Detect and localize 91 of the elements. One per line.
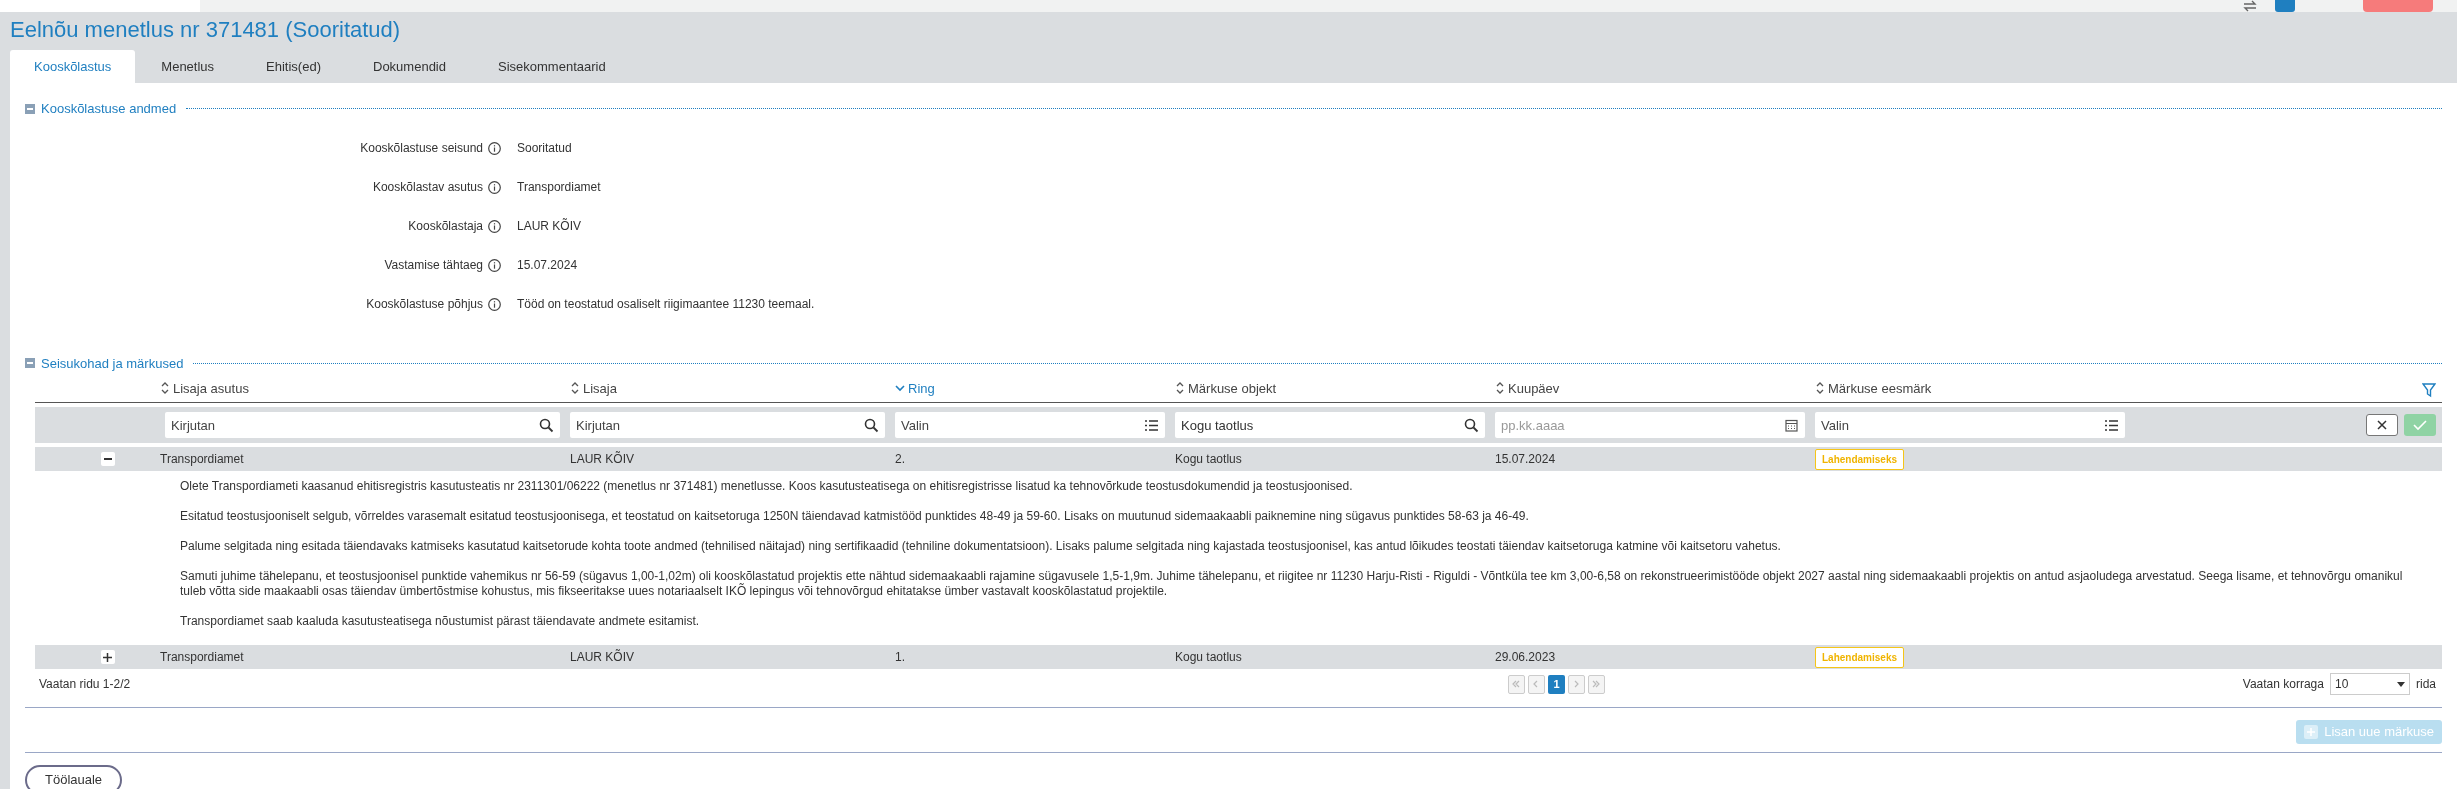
- tab[interactable]: Kooskõlastus: [10, 50, 136, 83]
- info-icon[interactable]: [488, 219, 501, 233]
- search-button[interactable]: [860, 412, 885, 438]
- column-header[interactable]: Kuupäev: [1508, 378, 1560, 398]
- table-cell: LAUR KÕIV: [570, 650, 635, 664]
- search-icon: [1464, 417, 1479, 433]
- sort-icon[interactable]: [570, 381, 580, 396]
- tab[interactable]: Sisekommentaarid: [472, 50, 632, 83]
- page-title: Eelnõu menetlus nr 371481 (Sooritatud): [10, 16, 402, 44]
- page-size-dropdown[interactable]: 10: [2329, 673, 2410, 695]
- status-badge: Lahendamiseks: [1815, 646, 1905, 668]
- info-icon[interactable]: [488, 141, 501, 155]
- status-badge: Lahendamiseks: [1815, 448, 1905, 470]
- filter-input[interactable]: Valin: [1815, 412, 2100, 438]
- back-button[interactable]: Töölauale: [25, 765, 123, 789]
- filter-icon[interactable]: [2422, 383, 2436, 398]
- section-title: Seisukohad ja märkused: [41, 354, 184, 373]
- sort-icon[interactable]: [1495, 381, 1505, 396]
- tab[interactable]: Dokumendid: [347, 50, 472, 83]
- plus-icon: [2304, 725, 2319, 739]
- tab[interactable]: Ehitis(ed): [240, 50, 347, 83]
- calendar-button[interactable]: [1780, 412, 1805, 438]
- table-cell: Transpordiamet: [160, 452, 244, 466]
- row-count: Vaatan ridu 1-2/2: [38, 676, 131, 693]
- section-title: Kooskõlastuse andmed: [41, 100, 177, 118]
- filter-input[interactable]: Kirjutan: [570, 412, 860, 438]
- table-cell: 2.: [895, 452, 905, 466]
- list-icon: [1144, 417, 1159, 433]
- filter-input[interactable]: pp.kk.aaaa: [1495, 412, 1780, 438]
- collapse-icon[interactable]: [25, 103, 35, 114]
- info-icon[interactable]: [488, 258, 501, 272]
- close-icon: [2376, 419, 2388, 431]
- table-cell: Kogu taotlus: [1175, 650, 1242, 664]
- search-button[interactable]: [535, 412, 560, 438]
- sort-icon[interactable]: [160, 381, 170, 396]
- filter-input[interactable]: Kogu taotlus: [1175, 412, 1460, 438]
- remark-paragraph: Olete Transpordiameti kaasanud ehitisregistris kasutusteatis nr 2311301/06222 (menetlus nr 371481) menetlusse. Koos kasutusteatisega on ehitisregistrisse lisatud ka tehnovõrkude teostusdokumendid ja teostusjoonised.: [180, 479, 1354, 494]
- collapse-icon[interactable]: [25, 358, 35, 369]
- field-label: Kooskõlastaja: [408, 218, 483, 235]
- list-icon: [2104, 417, 2119, 433]
- list-button[interactable]: [2100, 412, 2125, 438]
- tab[interactable]: Menetlus: [135, 50, 241, 83]
- table-cell: Kogu taotlus: [1175, 452, 1242, 466]
- field-value: Transpordiamet: [517, 179, 601, 196]
- table-cell: 15.07.2024: [1495, 452, 1556, 466]
- column-header[interactable]: Lisaja asutus: [173, 378, 249, 398]
- column-header[interactable]: Ring: [908, 378, 935, 398]
- field-label: Kooskõlastuse seisund: [360, 140, 483, 157]
- clear-filter-button[interactable]: [2366, 414, 2398, 436]
- remark-paragraph: Samuti juhime tähelepanu, et teostusjoonisel punktide vahemikus nr 56-59 (sügavus 1,00-1,02m) oli kooskõlastatud projektis ette nähtud sidemaakaabli rajamine sügavusele 1,5-1,9m. Juhime tähelepanu, et riigitee nr 11230 Harju-Risti - Riguldi - Võntküla tee km 3,00-6,58 on rekonstrueerimistööde objekt 2027 aastal ning sidemaakaabli projektis on antud asjaoludega arvestatud. Seega lisame, et tehnovõrgu omanikul tuleb võtta side maakaabli osas täiendav ümbertõstmise kohustus, mis fikseeritakse uues notariaalselt IKÕ lepingus või tehnovõrgud ehitatakse ümber vastavalt kooskõlastatud projektile.: [180, 569, 2404, 599]
- table-cell: LAUR KÕIV: [570, 452, 635, 466]
- checkmark-icon: [2413, 419, 2427, 431]
- table-cell: 29.06.2023: [1495, 650, 1556, 664]
- chevron-icon: [1512, 680, 1521, 688]
- field-label: Kooskõlastav asutus: [372, 179, 483, 196]
- field-label: Vastamise tähtaeg: [384, 257, 483, 274]
- table-row[interactable]: Transpordiamet LAUR KÕIV 1. Kogu taotlus 29.06.2023 Lahendamiseks: [35, 645, 2442, 669]
- page-size-label: Vaatan korraga: [2242, 676, 2324, 693]
- field-label: Kooskõlastuse põhjus: [366, 296, 483, 313]
- table-cell: Transpordiamet: [160, 650, 244, 664]
- field-value: LAUR KÕIV: [517, 217, 582, 235]
- field-value: Sooritatud: [517, 140, 572, 157]
- search-button[interactable]: [1460, 412, 1485, 438]
- column-header[interactable]: Lisaja: [583, 378, 617, 398]
- calendar-icon: [1784, 417, 1799, 433]
- remark-paragraph: Palume selgitada ning esitada täiendavaks katmiseks kasutatud kaitsetorude kohta toote andmed (tehnilised näitajad) ning sertifikaadid (tehniline dokumentatsioon). Lisaks palume selgitada ning kajastada teostusjoonisel, kas antud lõikudes teostati täiendav kaitsetoruga katmine või kaitsetoru vahetus.: [180, 539, 1782, 554]
- list-button[interactable]: [1140, 412, 1165, 438]
- page-size-suffix: rida: [2415, 676, 2436, 693]
- expand-row-button[interactable]: [100, 650, 115, 664]
- caret-icon: [2396, 681, 2405, 687]
- info-icon[interactable]: [488, 180, 501, 194]
- search-icon: [864, 417, 879, 433]
- filter-input[interactable]: Kirjutan: [165, 412, 535, 438]
- info-icon[interactable]: [488, 297, 501, 311]
- sort-icon[interactable]: [1815, 381, 1825, 396]
- page-button[interactable]: 1: [1548, 674, 1565, 694]
- field-value: 15.07.2024: [517, 257, 578, 274]
- chevron-icon: [1592, 680, 1601, 688]
- field-value: Tööd on teostatud osaliselt riigimaantee 11230 teemaal.: [517, 296, 815, 313]
- collapse-row-button[interactable]: [100, 452, 115, 466]
- sort-icon[interactable]: [1175, 381, 1185, 396]
- table-cell: 1.: [895, 650, 905, 664]
- column-header[interactable]: Märkuse eesmärk: [1828, 378, 1932, 398]
- chevron-icon: [1572, 680, 1581, 688]
- filter-input[interactable]: Valin: [895, 412, 1140, 438]
- remark-paragraph: Transpordiamet saab kaaluda kasutusteatisega nõustumist pärast täiendavate andmete esitamist.: [180, 614, 701, 629]
- table-row[interactable]: Transpordiamet LAUR KÕIV 2. Kogu taotlus 15.07.2024 Lahendamiseks: [35, 447, 2442, 471]
- search-icon: [539, 417, 554, 433]
- remark-paragraph: Esitatud teostusjooniselt selgub, võrreldes varasemalt esitatud teostusjoonisega, et teostatud on kaitsetoruga 1250N täiendavad katmistööd punktides 48-49 ja 59-60. Lisaks on muutunud sidemaakaabli paiknemine ning sügavus punktides 58-63 ja 46-49.: [180, 509, 1530, 524]
- swap-icon[interactable]: [2243, 0, 2257, 12]
- column-header[interactable]: Märkuse objekt: [1188, 378, 1277, 398]
